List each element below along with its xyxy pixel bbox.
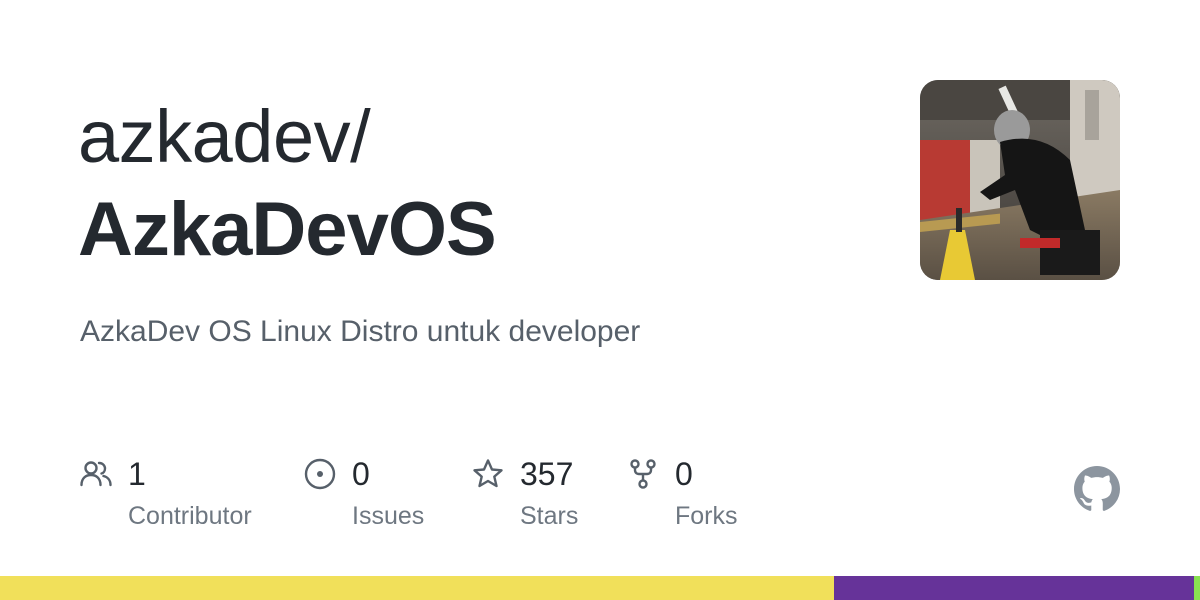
repo-forked-icon xyxy=(630,459,656,489)
contributors-count: 1 xyxy=(128,456,146,492)
issues-label: Issues xyxy=(352,502,425,530)
github-icon[interactable] xyxy=(1074,466,1120,512)
language-bar-segment xyxy=(0,576,834,600)
issues-count: 0 xyxy=(352,456,370,492)
owner-avatar xyxy=(920,80,1120,280)
language-bar xyxy=(0,576,1200,600)
contributors-label: Contributor xyxy=(128,502,252,530)
stars-count: 357 xyxy=(520,456,574,492)
repo-owner: azkadev/ xyxy=(78,95,371,178)
star-icon xyxy=(473,459,503,488)
issue-opened-icon xyxy=(304,458,336,490)
language-bar-segment xyxy=(1194,576,1200,600)
forks-label: Forks xyxy=(675,502,738,530)
avatar-photo xyxy=(920,80,1120,280)
stars-label: Stars xyxy=(520,502,579,530)
people-icon xyxy=(80,461,112,487)
repo-description: AzkaDev OS Linux Distro untuk developer xyxy=(80,315,641,348)
language-bar-segment xyxy=(834,576,1194,600)
forks-count: 0 xyxy=(675,456,693,492)
repo-name: AzkaDevOS xyxy=(78,187,497,272)
repo-stats: 1 Contributor 0 Issues 357 Stars 0 Forks xyxy=(80,454,840,544)
